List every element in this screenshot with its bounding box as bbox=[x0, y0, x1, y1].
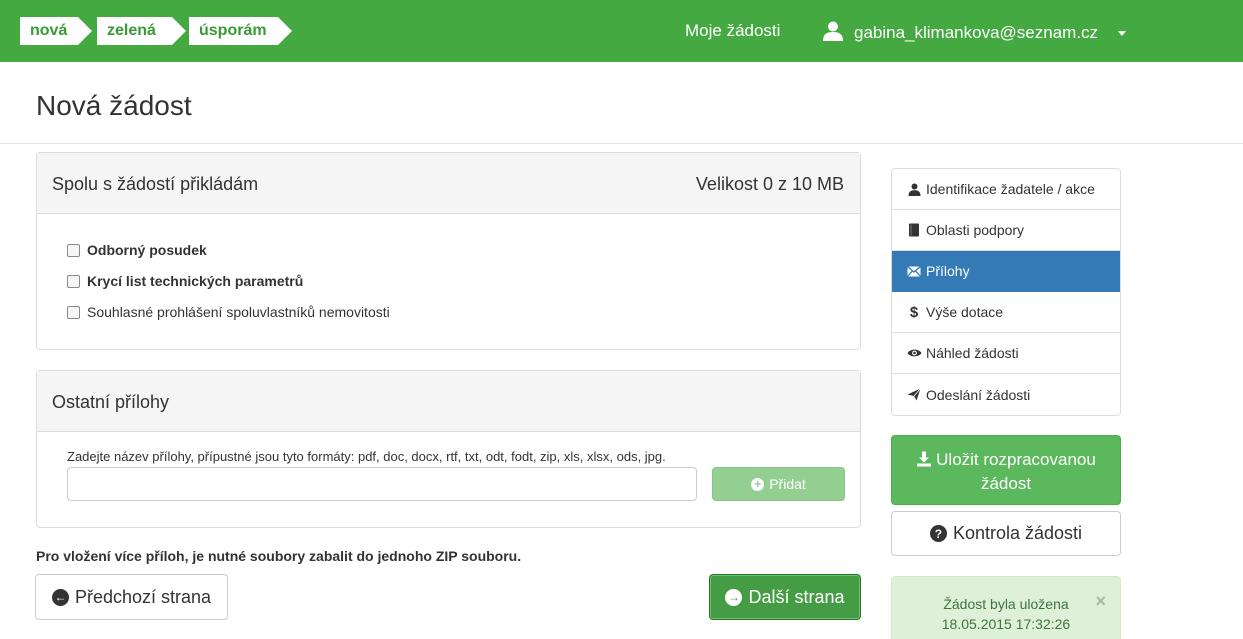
dollar-icon: $ bbox=[909, 303, 919, 321]
add-attachment-label: Přidat bbox=[769, 476, 806, 492]
eye-icon bbox=[906, 348, 922, 358]
other-attachments-panel: Ostatní přílohy Zadejte název přílohy, p… bbox=[36, 370, 861, 528]
question-circle-icon: ? bbox=[929, 525, 947, 542]
arrow-left-circle-icon: ← bbox=[51, 588, 69, 606]
user-icon bbox=[823, 21, 843, 41]
sidebar-item-label: Identifikace žadatele / akce bbox=[926, 181, 1095, 197]
attachment-item-co-owner-consent[interactable]: Souhlasné prohlášení spoluvlastníků nemo… bbox=[67, 303, 390, 321]
plus-circle-icon: + bbox=[751, 477, 765, 491]
sidebar-item-attachments[interactable]: Přílohy bbox=[892, 251, 1120, 292]
other-attachments-panel-title: Ostatní přílohy bbox=[52, 392, 170, 412]
attachment-item-cover-sheet[interactable]: Krycí list technických parametrů bbox=[67, 272, 303, 290]
saved-alert: × Žádost byla uložena 18.05.2015 17:32:2… bbox=[891, 576, 1121, 639]
zip-note: Pro vložení více příloh, je nutné soubor… bbox=[36, 548, 522, 564]
check-request-label: Kontrola žádosti bbox=[952, 523, 1083, 543]
saved-alert-message: Žádost byla uložena bbox=[943, 596, 1069, 612]
next-page-label: Další strana bbox=[748, 586, 845, 607]
sidebar-item-label: Odeslání žádosti bbox=[926, 386, 1031, 403]
sidebar-item-label: Náhled žádosti bbox=[926, 345, 1019, 361]
sidebar-item-subsidy-amount[interactable]: $ Výše dotace bbox=[892, 292, 1120, 333]
arrow-right-circle-icon: → bbox=[725, 588, 743, 606]
my-requests-link[interactable]: Moje žádosti bbox=[685, 21, 780, 41]
other-attachments-panel-header: Ostatní přílohy bbox=[37, 371, 860, 432]
checkbox-label[interactable]: Odborný posudek bbox=[87, 242, 207, 258]
sidebar-item-request-preview[interactable]: Náhled žádosti bbox=[892, 333, 1120, 374]
sidebar-item-label: Výše dotace bbox=[926, 304, 1004, 320]
user-menu-toggle[interactable]: gabina_klimankova@seznam.cz bbox=[854, 23, 1098, 43]
attachments-panel-title: Spolu s žádostí přikládám bbox=[52, 174, 259, 194]
save-draft-label-line1: Uložit rozpracovanou bbox=[936, 450, 1096, 469]
previous-page-button[interactable]: ← Předchozí strana bbox=[35, 574, 228, 620]
attachments-panel-header: Spolu s žádostí přikládám Velikost 0 z 1… bbox=[37, 153, 860, 214]
book-icon bbox=[906, 223, 922, 237]
sidebar-item-applicant-identification[interactable]: Identifikace žadatele / akce bbox=[892, 169, 1120, 210]
save-draft-button[interactable]: Uložit rozpracovanou žádost bbox=[891, 435, 1121, 505]
sidebar-item-label: Přílohy bbox=[926, 263, 970, 279]
sidebar-item-support-areas[interactable]: Oblasti podpory bbox=[892, 210, 1120, 251]
add-attachment-button[interactable]: + Přidat bbox=[712, 467, 845, 501]
logo-part-3[interactable]: úsporám bbox=[189, 17, 292, 45]
saved-alert-timestamp: 18.05.2015 17:32:26 bbox=[941, 616, 1071, 632]
sidebar-item-label: Oblasti podpory bbox=[926, 222, 1025, 238]
logo-part-1[interactable]: nová bbox=[20, 17, 92, 45]
attachment-item-expert-report[interactable]: Odborný posudek bbox=[67, 241, 207, 259]
download-icon bbox=[917, 451, 932, 467]
checkbox-co-owner-consent[interactable] bbox=[67, 305, 80, 319]
user-icon bbox=[906, 183, 922, 196]
checkbox-cover-sheet[interactable] bbox=[67, 274, 80, 288]
page-title: Nová žádost bbox=[36, 90, 192, 121]
previous-page-label: Předchozí strana bbox=[74, 586, 212, 607]
attachment-name-input[interactable] bbox=[67, 467, 697, 501]
check-request-button[interactable]: ? Kontrola žádosti bbox=[891, 511, 1121, 556]
attachments-size-text: Velikost 0 z 10 MB bbox=[695, 174, 844, 194]
send-icon bbox=[906, 388, 922, 401]
title-divider bbox=[0, 143, 1243, 144]
save-draft-label-line2: žádost bbox=[980, 474, 1032, 493]
logo-part-2[interactable]: zelená bbox=[97, 17, 186, 45]
checkbox-label[interactable]: Krycí list technických parametrů bbox=[87, 273, 303, 289]
top-navbar: nová zelená úsporám Moje žádosti gabina_… bbox=[0, 0, 1243, 62]
attachment-name-hint: Zadejte název přílohy, přípustné jsou ty… bbox=[67, 449, 666, 464]
chevron-down-icon[interactable] bbox=[1118, 31, 1126, 36]
next-page-button[interactable]: → Další strana bbox=[709, 574, 861, 620]
checkbox-expert-report[interactable] bbox=[67, 243, 80, 257]
close-icon[interactable]: × bbox=[1095, 591, 1106, 611]
sidebar-nav: Identifikace žadatele / akce Oblasti pod… bbox=[891, 168, 1121, 416]
attachments-panel: Spolu s žádostí přikládám Velikost 0 z 1… bbox=[36, 152, 861, 350]
envelope-icon bbox=[906, 265, 922, 277]
checkbox-label[interactable]: Souhlasné prohlášení spoluvlastníků nemo… bbox=[87, 304, 390, 320]
sidebar-item-submit-request[interactable]: Odeslání žádosti bbox=[892, 374, 1120, 415]
